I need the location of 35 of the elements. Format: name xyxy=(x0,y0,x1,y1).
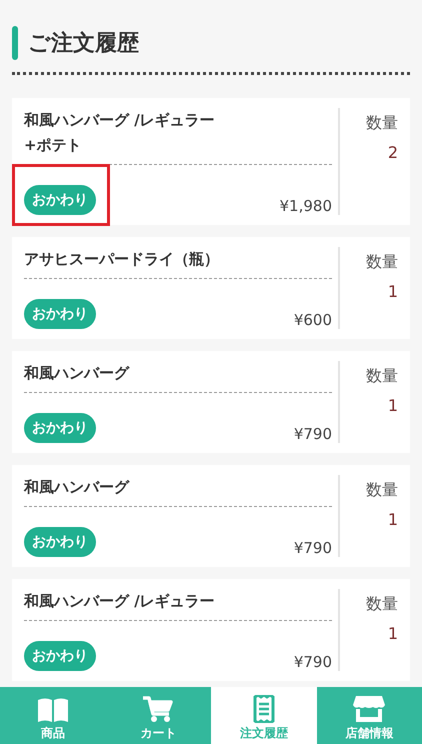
nav-tab[interactable]: 店舗情報 xyxy=(316,687,422,744)
quantity-label: 数量 xyxy=(365,112,398,134)
item-price: ¥790 xyxy=(294,653,333,671)
quantity-value: 1 xyxy=(386,509,398,531)
quantity-label: 数量 xyxy=(365,593,398,615)
nav-tab[interactable]: 注文履歴 xyxy=(211,687,316,744)
item-name: 和風ハンバーグ xyxy=(24,475,332,507)
quantity-value: 1 xyxy=(386,623,398,645)
quantity-value: 2 xyxy=(386,142,398,164)
item-name: アサヒスーパードライ（瓶） xyxy=(24,247,332,279)
quantity-value: 1 xyxy=(386,395,398,417)
reorder-button[interactable]: おかわり xyxy=(24,299,96,329)
quantity-label: 数量 xyxy=(365,251,398,273)
item-name: 和風ハンバーグ /レギュラー +ポテト xyxy=(24,108,332,165)
receipt-icon xyxy=(252,695,275,723)
page-title: ご注文履歴 xyxy=(28,30,139,58)
item-price: ¥1,980 xyxy=(280,197,333,215)
quantity-value: 1 xyxy=(386,281,398,303)
accent-bar xyxy=(12,26,18,60)
open-book-icon xyxy=(36,697,70,723)
item-price: ¥790 xyxy=(294,425,333,443)
item-price: ¥600 xyxy=(294,311,333,329)
reorder-button[interactable]: おかわり xyxy=(24,413,96,443)
quantity-label: 数量 xyxy=(365,479,398,501)
nav-tab[interactable]: カート xyxy=(106,687,211,744)
reorder-button[interactable]: おかわり xyxy=(24,185,96,215)
quantity-label: 数量 xyxy=(365,365,398,387)
cart-icon xyxy=(142,695,174,723)
item-price: ¥790 xyxy=(294,539,333,557)
storefront-icon xyxy=(352,695,386,723)
reorder-button[interactable]: おかわり xyxy=(24,641,96,671)
item-name: 和風ハンバーグ /レギュラー xyxy=(24,589,332,621)
nav-tab[interactable]: 商品 xyxy=(0,687,106,744)
reorder-button[interactable]: おかわり xyxy=(24,527,96,557)
item-name: 和風ハンバーグ xyxy=(24,361,332,393)
